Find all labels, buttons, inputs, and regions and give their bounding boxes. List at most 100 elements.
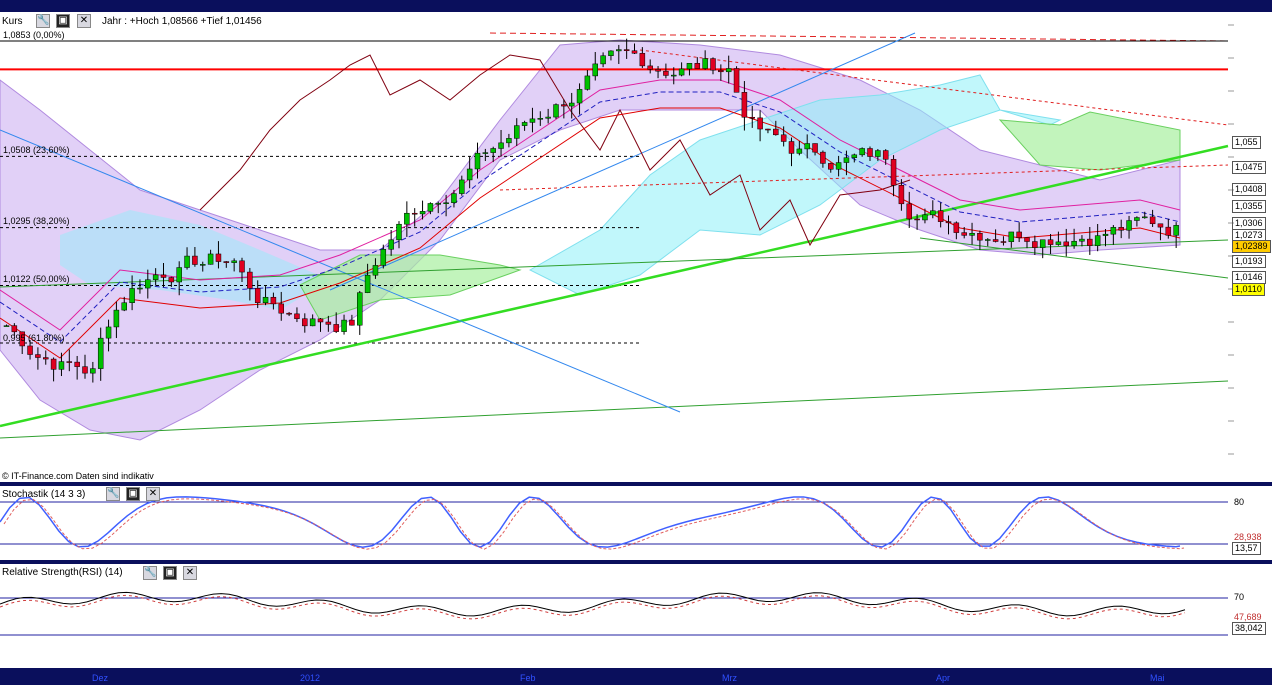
candle-body [678,68,685,76]
candle-body [11,325,18,333]
candle-body [50,358,57,370]
candle-body [741,92,748,118]
candle-body [576,89,583,104]
candle-body [58,361,65,370]
candle-body [357,292,363,326]
candle-body [623,49,630,51]
x-label: Mrz [722,673,737,683]
candle-body [1157,223,1164,228]
candle-body [380,249,387,266]
candle-body [1055,241,1062,245]
candle-body [514,125,520,139]
candle-body [1071,240,1077,246]
candle-body [207,253,214,265]
candle-body [930,210,936,216]
candle-body [961,232,967,236]
candle-body [521,122,528,126]
candle-body [317,318,324,323]
candle-body [945,221,952,224]
candle-body [435,203,441,205]
candle-body [702,58,708,69]
candle-body [427,203,434,212]
candle-body [231,260,237,263]
candle-body [898,185,905,205]
candle-body [411,212,418,215]
close-icon[interactable]: ✕ [146,487,160,501]
wrench-icon[interactable]: 🔧 [36,14,50,28]
candle-body [192,255,198,265]
close-icon[interactable]: ✕ [183,566,197,580]
price-box: 1,0355 [1232,200,1266,213]
candle-body [1149,216,1156,225]
candle-body [906,203,912,220]
candle-body [1032,241,1038,248]
window-icon[interactable]: ▣ [126,487,140,501]
candle-body [105,326,112,339]
candle-body [1173,225,1179,236]
candle-body [1079,238,1085,242]
candle-body [608,50,614,56]
stoch-k-line [0,496,1181,548]
candle-body [733,68,740,93]
stochastic-title: Stochastik (14 3 3) [2,489,86,500]
candle-body [200,264,206,266]
candle-body [655,69,661,72]
candle-body [74,361,80,367]
fib-label: 1,0853 (0,00%) [3,30,65,40]
x-label: Apr [936,673,951,683]
candle-body [1165,226,1172,236]
candle-body [694,63,701,69]
candle-body [843,157,850,163]
candle-body [992,239,999,242]
candle-body [247,271,253,289]
candle-body [35,354,41,358]
candle-body [286,312,292,315]
candle-body [568,102,575,107]
candle-body [490,148,496,153]
price-box: 1,0110 [1232,283,1265,296]
fib-label: 1,0508 (23,60%) [3,145,70,155]
candle-body [309,318,316,327]
candle-body [90,368,96,374]
candle-body [937,210,944,222]
candle-body [553,104,559,118]
candle-body [1134,217,1140,221]
candle-body [1016,231,1022,238]
candle-body [1110,227,1117,235]
dashed-line [489,32,1229,42]
candle-body [812,143,818,153]
candle-body [466,168,473,181]
candle-body [443,202,449,205]
wrench-icon[interactable]: 🔧 [143,566,157,580]
candle-body [882,150,889,160]
candle-body [765,128,771,131]
window-icon[interactable]: ▣ [56,14,70,28]
candle-body [1039,239,1046,248]
candle-body [254,288,261,304]
candle-body [985,239,991,241]
candle-body [1000,241,1007,243]
candle-body [388,239,394,250]
candle-body [914,218,920,221]
candle-body [592,63,598,77]
candle-body [1063,241,1069,246]
candle-body [66,361,73,363]
candle-body [1008,231,1015,242]
candle-body [867,148,873,157]
x-label: Mai [1150,673,1165,683]
candle-body [43,357,49,360]
candle-body [396,223,402,241]
candle-body [364,274,371,293]
candle-body [788,141,795,154]
candle-body [859,148,865,156]
candle-body [1087,238,1093,246]
close-icon[interactable]: ✕ [77,14,91,28]
candle-body [270,296,277,305]
window-icon[interactable]: ▣ [163,566,177,580]
candle-body [529,118,536,123]
candle-body [3,325,10,327]
wrench-icon[interactable]: 🔧 [106,487,120,501]
candle-body [969,232,975,236]
rsi-title: Relative Strength(RSI) (14) [2,567,123,578]
candle-body [145,279,151,289]
